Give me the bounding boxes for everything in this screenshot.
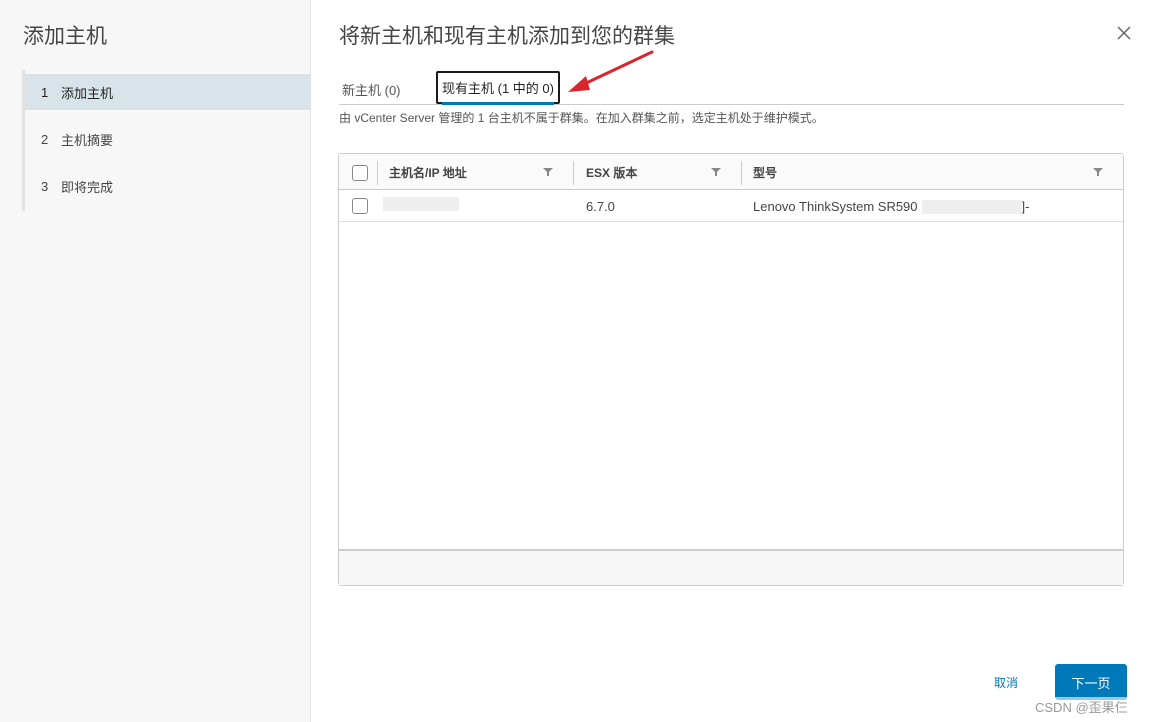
step-ready-to-complete[interactable]: 3 即将完成 [25, 168, 311, 204]
cell-esx-version: 6.7.0 [586, 199, 615, 214]
info-message: 由 vCenter Server 管理的 1 台主机不属于群集。在加入群集之前，… [339, 111, 824, 125]
step-number: 3 [41, 178, 49, 194]
step-add-host[interactable]: 1 添加主机 [25, 74, 311, 110]
filter-icon[interactable] [711, 168, 721, 176]
wizard-steps: 1 添加主机 2 主机摘要 3 即将完成 [22, 70, 311, 211]
column-header-host[interactable]: 主机名/IP 地址 [389, 154, 467, 190]
watermark: CSDN @歪果仨 [1035, 697, 1128, 716]
filter-icon[interactable] [543, 168, 553, 176]
table-row[interactable]: 6.7.0 Lenovo ThinkSystem SR590 ]- [339, 191, 1123, 222]
row-checkbox[interactable] [352, 198, 368, 214]
tab-new-hosts[interactable]: 新主机 (0) [342, 70, 401, 105]
select-all-checkbox[interactable] [352, 165, 368, 181]
step-label: 添加主机 [61, 85, 114, 101]
model-name: Lenovo ThinkSystem SR590 [753, 199, 918, 214]
wizard-sidebar: 添加主机 1 添加主机 2 主机摘要 3 即将完成 [0, 0, 311, 722]
wizard-title: 添加主机 [23, 25, 107, 48]
close-button[interactable] [1114, 23, 1134, 43]
column-header-model[interactable]: 型号 [753, 154, 777, 190]
hosts-datagrid: 主机名/IP 地址 ESX 版本 型号 6.7.0 Lenovo ThinkSy… [338, 153, 1124, 586]
annotation-arrow-icon [568, 50, 654, 92]
model-suffix: ]- [1021, 199, 1030, 214]
tab-existing-hosts[interactable]: 现有主机 (1 中的 0) [436, 71, 560, 105]
step-host-summary[interactable]: 2 主机摘要 [25, 121, 311, 157]
close-icon [1117, 26, 1131, 40]
column-separator [573, 161, 574, 185]
grid-footer [339, 549, 1123, 585]
cell-model: Lenovo ThinkSystem SR590 ]- [753, 191, 1029, 222]
add-host-wizard: 添加主机 1 添加主机 2 主机摘要 3 即将完成 将新主机和现有主机添加到您的… [0, 0, 1150, 722]
grid-header: 主机名/IP 地址 ESX 版本 型号 [339, 154, 1123, 190]
step-label: 主机摘要 [61, 132, 114, 148]
host-tabs: 新主机 (0) 现有主机 (1 中的 0) [339, 70, 1124, 105]
column-separator [377, 161, 378, 185]
column-separator [741, 161, 742, 185]
next-button[interactable]: 下一页 [1055, 664, 1127, 700]
step-number: 1 [41, 84, 49, 100]
cancel-button[interactable]: 取消 [982, 668, 1030, 696]
filter-icon[interactable] [1093, 168, 1103, 176]
column-header-esx-version[interactable]: ESX 版本 [586, 154, 637, 190]
step-label: 即将完成 [61, 179, 114, 195]
redacted-model-detail [921, 199, 1022, 214]
step-number: 2 [41, 131, 49, 147]
redacted-hostname [383, 197, 459, 211]
